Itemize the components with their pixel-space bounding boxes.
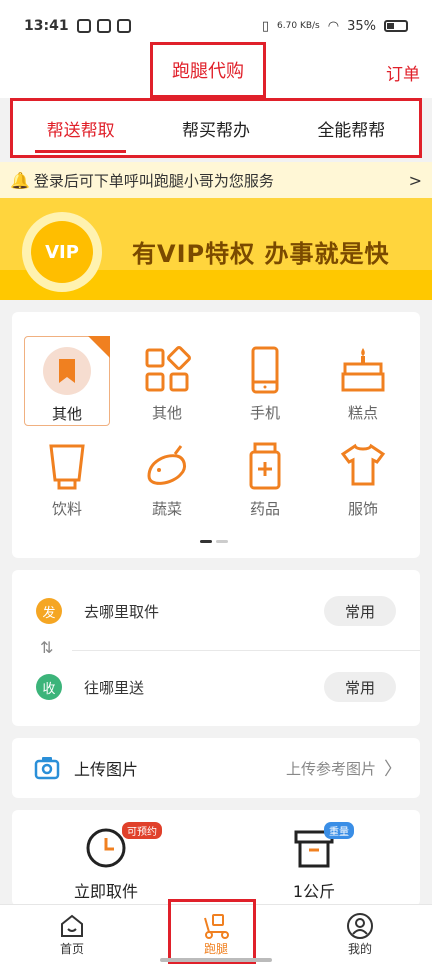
pickup-address-row[interactable]: 发 去哪里取件 常用 xyxy=(36,596,396,626)
category-other-selected[interactable]: 其他 xyxy=(24,336,110,426)
category-label: 手机 xyxy=(249,404,280,422)
cake-icon xyxy=(341,348,385,392)
page-indicator xyxy=(200,540,228,543)
upload-hint: 上传参考图片 xyxy=(285,759,376,778)
medicine-icon xyxy=(249,442,281,490)
vip-badge-label: VIP xyxy=(31,221,93,283)
tab-buy-handle[interactable]: 帮买帮办 xyxy=(148,101,283,155)
nav-home-label: 首页 xyxy=(59,942,84,956)
battery-percent: 35% xyxy=(347,18,376,34)
category-label: 其他 xyxy=(151,404,182,422)
options-card: 可预约 立即取件 重量 1公斤 xyxy=(12,810,420,906)
pickup-time-label: 立即取件 xyxy=(73,882,138,901)
user-icon xyxy=(347,913,373,939)
nav-home[interactable]: 首页 xyxy=(0,905,144,964)
service-tabs: 帮送帮取 帮买帮办 全能帮帮 xyxy=(10,98,422,158)
net-speed: 6.70 KB/s xyxy=(277,21,320,31)
chevron-right-icon: 〉 xyxy=(384,759,402,780)
delivery-common-button[interactable]: 常用 xyxy=(324,672,396,702)
drink-icon xyxy=(49,444,85,490)
address-divider xyxy=(72,650,420,651)
category-label: 其他 xyxy=(51,405,82,423)
home-indicator xyxy=(160,958,272,962)
upload-image-row[interactable]: 上传图片 上传参考图片 〉 xyxy=(12,738,420,798)
category-label: 蔬菜 xyxy=(151,500,182,518)
wifi-icon: ◠ xyxy=(327,18,340,34)
login-notice[interactable]: 🔔 登录后可下单呼叫跑腿小哥为您服务 > xyxy=(0,162,432,198)
category-phone[interactable]: 手机 xyxy=(222,336,308,426)
status-time: 13:41 xyxy=(24,18,69,34)
bottom-nav: 首页 跑腿 我的 xyxy=(0,899,432,964)
status-icons-right: ▯ 6.70 KB/s ◠ 35% xyxy=(262,19,408,34)
header: 跑腿代购 订单 xyxy=(0,42,432,98)
category-label: 药品 xyxy=(249,500,280,518)
tab-send-pickup[interactable]: 帮送帮取 xyxy=(13,101,148,155)
vip-banner[interactable]: VIP 有VIP特权 办事就是快 xyxy=(0,198,432,300)
weight-tag: 重量 xyxy=(324,822,354,839)
page-title: 跑腿代购 xyxy=(150,42,266,98)
delivery-address-row[interactable]: 收 往哪里送 常用 xyxy=(36,672,396,702)
notice-text: 登录后可下单呼叫跑腿小哥为您服务 xyxy=(33,171,274,190)
upload-label: 上传图片 xyxy=(74,760,139,779)
category-drink[interactable]: 饮料 xyxy=(24,432,110,522)
crown-notification-icon xyxy=(96,19,111,33)
category-vegetable[interactable]: 蔬菜 xyxy=(124,432,210,522)
swap-icon[interactable]: ⇅ xyxy=(40,638,53,657)
address-card: 发 去哪里取件 常用 ⇅ 收 往哪里送 常用 xyxy=(12,570,420,726)
category-label: 饮料 xyxy=(51,500,82,518)
vip-slogan: 有VIP特权 办事就是快 xyxy=(132,240,390,268)
status-icons-left xyxy=(76,19,131,33)
page-dot-active xyxy=(200,540,212,543)
bell-icon: 🔔 xyxy=(10,170,30,190)
eggplant-icon xyxy=(147,445,186,485)
category-label: 服饰 xyxy=(347,500,378,518)
category-other[interactable]: 其他 xyxy=(124,336,210,426)
nav-errand-highlight xyxy=(168,899,256,964)
notice-arrow-icon: > xyxy=(408,170,422,190)
pickup-common-button[interactable]: 常用 xyxy=(324,596,396,626)
category-medicine[interactable]: 药品 xyxy=(222,432,308,522)
weight-option[interactable]: 重量 1公斤 xyxy=(234,822,394,902)
grid-icon xyxy=(145,346,191,392)
nav-profile[interactable]: 我的 xyxy=(288,905,432,964)
weight-label: 1公斤 xyxy=(292,882,336,901)
delivery-address-text: 往哪里送 xyxy=(84,678,145,697)
pickup-badge: 发 xyxy=(36,598,62,624)
tiktok-notification-icon xyxy=(116,19,131,33)
delivery-badge: 收 xyxy=(36,674,62,700)
tab-all-purpose[interactable]: 全能帮帮 xyxy=(284,101,419,155)
selected-check-icon xyxy=(88,336,110,358)
bookmark-icon xyxy=(43,347,91,395)
reservable-tag: 可预约 xyxy=(122,822,162,839)
battery-icon xyxy=(384,20,408,32)
home-icon xyxy=(61,914,83,937)
app-notification-icon xyxy=(76,19,91,33)
camera-icon xyxy=(34,757,60,780)
category-card: 其他 其他 手机 糕点 饮料 蔬菜 药品 服饰 xyxy=(12,312,420,558)
pickup-time-option[interactable]: 可预约 立即取件 xyxy=(26,822,186,902)
nav-profile-label: 我的 xyxy=(347,942,372,956)
page-dot xyxy=(216,540,228,543)
category-label: 糕点 xyxy=(347,404,378,422)
phone-icon xyxy=(251,346,279,394)
order-link[interactable]: 订单 xyxy=(386,60,420,85)
pickup-address-text: 去哪里取件 xyxy=(84,602,160,621)
vibrate-icon: ▯ xyxy=(261,18,270,34)
vip-crown-icon: VIP xyxy=(22,212,102,292)
category-clothing[interactable]: 服饰 xyxy=(320,432,406,522)
category-cake[interactable]: 糕点 xyxy=(320,336,406,426)
shirt-icon xyxy=(340,443,386,486)
nav-errand[interactable]: 跑腿 xyxy=(144,899,288,964)
